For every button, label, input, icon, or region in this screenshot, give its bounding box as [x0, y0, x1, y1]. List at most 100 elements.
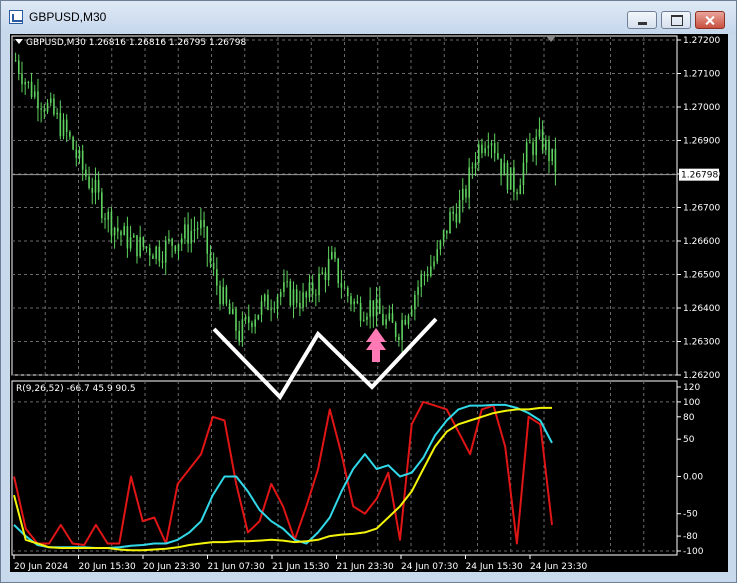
candle-body: [538, 129, 541, 137]
candle-body: [433, 261, 435, 267]
candle-body: [101, 192, 103, 219]
candle-body: [27, 81, 30, 83]
candle-body: [378, 298, 381, 314]
candle-body: [75, 149, 78, 158]
candle-body: [180, 238, 183, 244]
candle-body: [430, 266, 432, 277]
minimize-button[interactable]: [627, 11, 657, 29]
candle-body: [516, 192, 518, 195]
candle-body: [107, 211, 110, 220]
candle-body: [414, 294, 416, 310]
candle-body: [382, 313, 384, 325]
candle-body: [439, 240, 442, 250]
candle-body: [136, 235, 138, 257]
candle-body: [519, 184, 522, 195]
candle-body: [465, 188, 467, 198]
candle-body: [49, 98, 52, 103]
candle-body: [251, 322, 253, 327]
price-tick-label: 1.26600: [683, 237, 720, 247]
candle-body: [513, 167, 515, 193]
candle-body: [164, 240, 167, 263]
candle-body: [305, 292, 308, 298]
dropdown-triangle-icon[interactable]: [15, 39, 23, 44]
time-tick-label: 20 Jun 23:30: [143, 562, 200, 572]
candle-body: [37, 91, 39, 109]
candle-body: [81, 150, 84, 170]
candle-body: [247, 316, 250, 323]
candle-body: [209, 253, 212, 263]
candle-body: [219, 285, 221, 305]
candle-body: [187, 224, 189, 244]
time-tick-label: 21 Jun 07:30: [208, 562, 265, 572]
candle-body: [522, 162, 525, 185]
price-tick-label: 1.27000: [683, 103, 720, 113]
candle-body: [541, 129, 544, 150]
candle-body: [461, 188, 464, 201]
candle-body: [206, 226, 209, 254]
candle-body: [155, 246, 157, 259]
candle-body: [273, 308, 276, 310]
candle-body: [529, 142, 531, 144]
chart-area[interactable]: 1.272001.271001.270001.269001.268001.267…: [10, 34, 728, 572]
candle-body: [14, 60, 17, 62]
candle-body: [299, 302, 301, 308]
candle-body: [343, 287, 346, 289]
candle-body: [417, 287, 419, 295]
time-tick-label: 24 Jun 07:30: [401, 562, 458, 572]
candle-body: [238, 330, 240, 342]
osc-tick-label: 100: [683, 398, 700, 408]
candle-body: [184, 224, 186, 239]
candle-body: [161, 261, 164, 263]
buy-arrow-head: [366, 328, 386, 342]
maximize-button[interactable]: [661, 11, 691, 29]
candle-body: [452, 211, 454, 214]
candle-body: [228, 303, 231, 315]
candle-body: [346, 287, 349, 297]
candle-body: [497, 153, 499, 159]
price-tick-label: 1.26200: [683, 371, 720, 381]
candle-body: [477, 144, 480, 163]
candle-body: [292, 289, 295, 306]
title-bar[interactable]: GBPUSD,M30: [1, 1, 736, 33]
current-price-label: 1.26798: [681, 171, 718, 181]
candle-body: [145, 246, 148, 248]
osc-tick-label: 0.00: [683, 472, 703, 482]
candle-body: [78, 150, 81, 158]
price-tick-label: 1.26500: [683, 271, 720, 281]
candle-body: [190, 230, 193, 244]
candle-body: [484, 148, 486, 154]
candle-body: [148, 247, 151, 256]
price-tick-label: 1.26700: [683, 204, 720, 214]
candle-body: [59, 112, 62, 137]
price-chart-canvas[interactable]: 1.272001.271001.270001.269001.268001.267…: [10, 34, 728, 572]
time-tick-label: 20 Jun 2024: [14, 562, 68, 572]
candle-body: [446, 230, 448, 234]
candle-body: [500, 158, 502, 176]
candle-body: [244, 316, 247, 320]
candle-body: [394, 322, 397, 337]
candle-body: [295, 289, 298, 303]
window-title: GBPUSD,M30: [29, 10, 107, 24]
symbol-info: GBPUSD,M30 1.26816 1.26816 1.26795 1.267…: [15, 38, 246, 48]
close-button[interactable]: [695, 11, 725, 29]
candle-body: [267, 294, 269, 310]
time-tick-label: 21 Jun 15:30: [272, 562, 329, 572]
candle-body: [196, 228, 199, 230]
candle-body: [24, 81, 26, 85]
candle-body: [40, 108, 42, 110]
candle-body: [168, 238, 170, 241]
candle-body: [318, 273, 320, 296]
candle-body: [442, 230, 445, 241]
candle-body: [43, 109, 46, 112]
candle-body: [410, 309, 413, 316]
candle-body: [311, 282, 314, 295]
candle-body: [120, 231, 122, 236]
candle-body: [315, 294, 317, 296]
candle-body: [532, 142, 534, 156]
candle-body: [212, 262, 215, 270]
osc-tick-label: 80: [683, 413, 695, 423]
candle-body: [203, 220, 205, 227]
chart-app-icon: [9, 10, 23, 24]
candle-body: [359, 302, 362, 321]
candle-body: [193, 229, 196, 231]
